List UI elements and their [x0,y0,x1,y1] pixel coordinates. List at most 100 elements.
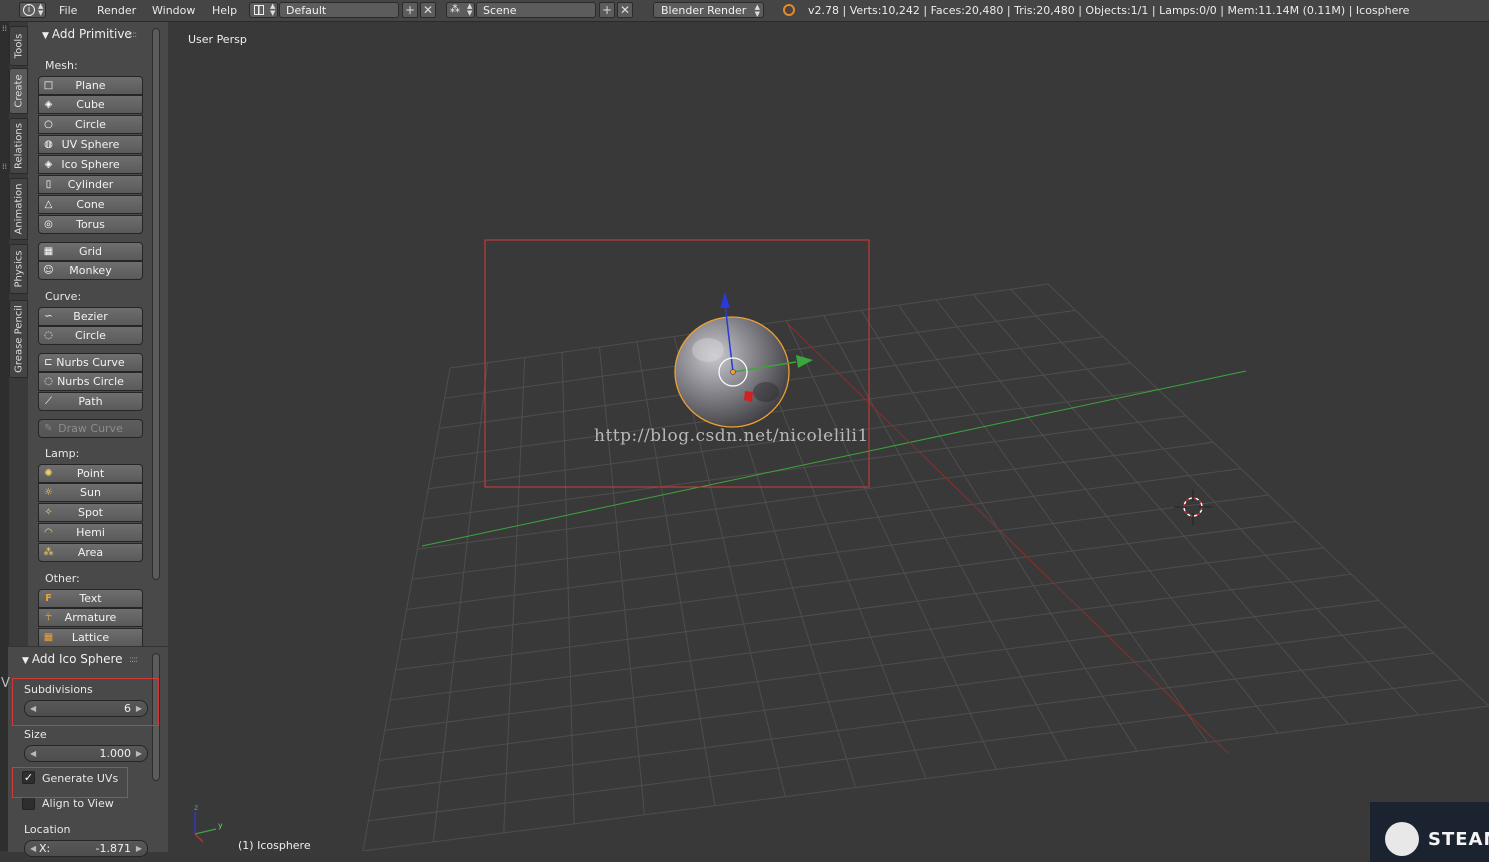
add-monkey-button[interactable]: ☺ Monkey [38,261,143,280]
updown-arrows-icon: ▲ ▼ [270,2,276,17]
add-grid-button[interactable]: ▦ Grid [38,242,143,261]
tab-relations[interactable]: Relations [9,118,28,174]
add-circle-button[interactable]: ○ Circle [38,115,143,134]
hemi-lamp-icon: ◠ [44,527,53,538]
mesh-label: Mesh: [45,59,78,72]
tab-physics[interactable]: Physics [9,244,28,294]
tab-create-label: Create [13,74,24,108]
remove-scene-button[interactable]: ✕ [617,2,633,18]
add-torus-button[interactable]: ◎ Torus [38,215,143,234]
drag-handle-icon[interactable]: :::: [128,30,137,40]
tab-grease-pencil-label: Grease Pencil [13,305,24,373]
grid-line [1047,283,1489,707]
tab-animation[interactable]: Animation [9,178,28,240]
tab-grease-pencil[interactable]: Grease Pencil [9,300,28,378]
size-field[interactable]: ◀ 1.000 ▶ [24,745,148,762]
menu-window[interactable]: Window [152,0,195,21]
close-icon: ✕ [422,3,434,17]
scene-icon-button[interactable]: ⁂ ▲ ▼ [446,2,475,18]
circle-icon: ○ [44,119,53,130]
render-engine-dropdown[interactable]: Blender Render ▲ ▼ [653,2,764,18]
grid-line [379,626,1407,761]
add-spot-lamp-button[interactable]: ✧ Spot [38,503,143,522]
add-path-button[interactable]: ⟋ Path [38,392,143,411]
grid-line [1010,288,1419,716]
add-text-button[interactable]: F Text [38,589,143,608]
add-point-lamp-button[interactable]: ✺ Point [38,464,143,483]
annotation-box-generate-uvs [12,767,128,798]
path-icon: ⟋ [45,396,52,407]
add-cone-button[interactable]: △ Cone [38,195,143,214]
add-sun-lamp-button[interactable]: ☼ Sun [38,483,143,502]
grid-line [935,299,1279,734]
location-label: Location [24,823,71,836]
grid-line [898,304,1208,743]
add-bezier-button[interactable]: ∽ Bezier [38,307,143,326]
watermark-text: http://blog.csdn.net/nicolelili1 [594,426,869,446]
add-nurbs-circle-button[interactable]: ◌ Nurbs Circle [38,372,143,391]
add-cube-button[interactable]: ◈ Cube [38,95,143,114]
screen-layout-icon-button[interactable]: ▲ ▼ [249,2,278,18]
align-to-view-checkbox[interactable] [22,797,35,810]
arrow-right-icon[interactable]: ▶ [136,841,142,856]
operator-panel: ▼ Add Ico Sphere :::: Subdivisions ◀ 6 ▶ … [8,646,168,857]
btn-label: Monkey [69,264,112,277]
updown-arrows-icon: ▲ ▼ [38,2,44,17]
add-plane-button[interactable]: □ Plane [38,76,143,95]
grid-line [400,520,1297,641]
size-label: Size [24,728,47,741]
draw-curve-button[interactable]: ✎ Draw Curve [38,419,143,438]
add-curve-circle-button[interactable]: ◌ Circle [38,326,143,345]
menu-file[interactable]: File [59,0,77,21]
menu-help[interactable]: Help [212,0,237,21]
y-arrow-icon [796,355,813,368]
scene-field[interactable]: Scene [476,2,596,18]
add-lattice-button[interactable]: ▦ Lattice [38,628,143,646]
tab-create[interactable]: Create [9,68,28,114]
remove-screen-button[interactable]: ✕ [420,2,436,18]
panel-header-add-primitive[interactable]: ▼ Add Primitive [42,27,132,41]
arrow-left-icon[interactable]: ◀ [30,841,36,856]
monkey-icon: ☺ [43,265,54,276]
drag-handle-icon[interactable]: :::: [129,655,138,665]
btn-label: Area [77,546,104,559]
align-to-view-label[interactable]: Align to View [42,797,114,810]
add-uv-sphere-button[interactable]: ◍ UV Sphere [38,135,143,154]
scene-icon: ⁂ [450,4,460,15]
grid-line [823,315,1068,761]
lamp-label: Lamp: [45,447,80,460]
btn-label: Plane [75,79,106,92]
screen-layout-field[interactable]: Default [279,2,399,18]
toolshelf-scrollbar[interactable] [152,28,160,580]
menu-render[interactable]: Render [97,0,136,21]
add-cylinder-button[interactable]: ▯ Cylinder [38,175,143,194]
panel-header-add-ico-sphere[interactable]: ▼ Add Ico Sphere [22,652,123,666]
btn-label: Hemi [76,526,105,539]
add-screen-button[interactable]: + [402,2,418,18]
grid-line [860,309,1138,752]
spot-lamp-icon: ✧ [44,507,53,518]
3d-viewport[interactable]: User Persp z y http://blog.csdn.net/nico… [168,22,1489,862]
add-nurbs-curve-button[interactable]: ⊏ Nurbs Curve [38,353,143,372]
text-icon: F [45,593,52,604]
grid-line [972,294,1349,725]
arrow-right-icon[interactable]: ▶ [136,746,142,761]
grid-icon: ▦ [43,246,54,257]
add-armature-button[interactable]: ☥ Armature [38,608,143,627]
btn-label: Grid [78,245,103,258]
btn-label: Torus [76,218,105,231]
add-ico-sphere-button[interactable]: ◈ Ico Sphere [38,155,143,174]
tab-tools[interactable]: Tools [9,26,28,66]
btn-label: Cylinder [67,178,114,191]
cube-icon: ◈ [44,99,53,110]
add-area-lamp-button[interactable]: ⁂ Area [38,543,143,562]
location-x-field[interactable]: ◀ X: -1.871 ▶ [24,840,148,857]
arrow-left-icon[interactable]: ◀ [30,746,36,761]
lattice-icon: ▦ [43,632,54,643]
grid-line [373,652,1434,792]
steam-label: STEAM [1428,829,1489,850]
add-scene-button[interactable]: + [599,2,615,18]
editor-type-selector[interactable]: i ▲ ▼ [19,2,46,18]
btn-label: Cone [76,198,105,211]
add-hemi-lamp-button[interactable]: ◠ Hemi [38,523,143,542]
